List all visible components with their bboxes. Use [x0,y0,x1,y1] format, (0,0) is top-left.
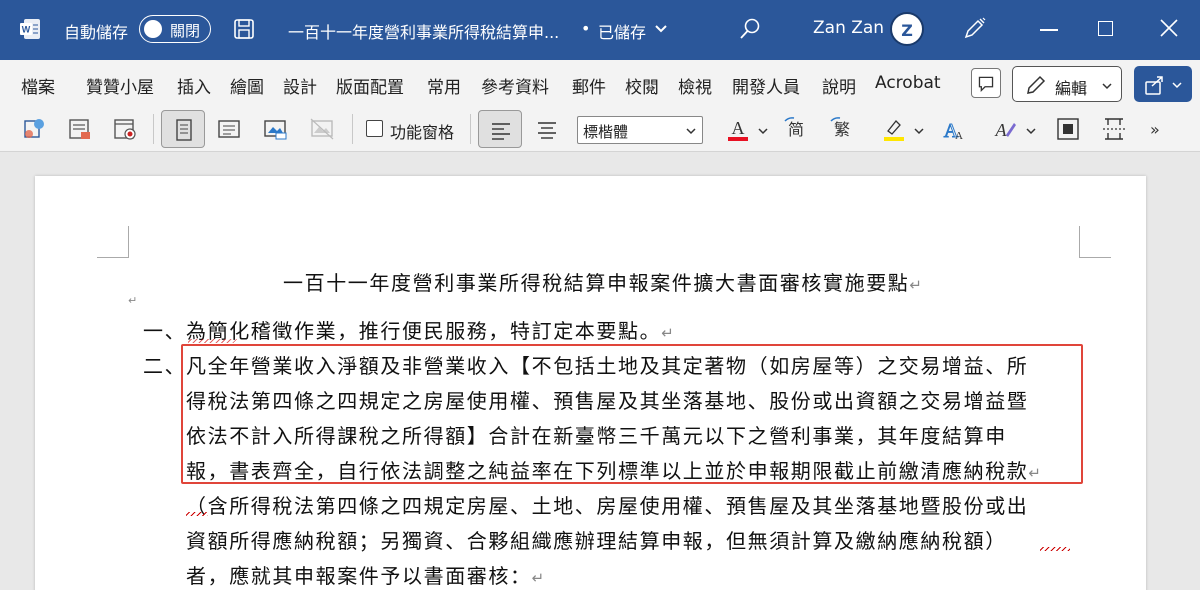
web-layout-icon[interactable] [215,115,243,143]
svg-text:简: 简 [788,120,804,139]
title-separator: • [581,19,591,38]
menu-design[interactable]: 設計 [283,73,317,98]
close-icon[interactable] [1159,18,1179,38]
share-button[interactable] [1134,66,1192,102]
fit-page-icon[interactable] [1054,115,1082,143]
more-options-button[interactable]: » [1150,120,1160,139]
document-title[interactable]: 一百十一年度營利事業所得稅結算申... [288,19,559,43]
editing-mode-button[interactable]: 編輯 [1012,66,1122,102]
focus-mode-icon[interactable] [20,115,48,143]
save-icon[interactable] [233,18,255,40]
svg-text:A: A [732,118,745,138]
text-effects-icon[interactable]: A A [939,115,967,143]
document-heading[interactable]: 一百十一年度營利事業所得稅結算申報案件擴大書面審核實施要點↵ [283,267,924,296]
print-layout-button[interactable] [161,110,205,148]
menu-draw[interactable]: 繪圖 [230,73,264,98]
svg-text:W: W [22,25,31,35]
list-item-number: 一、 [143,319,187,343]
menu-insert[interactable]: 插入 [177,73,211,98]
menu-view[interactable]: 檢視 [678,73,712,98]
menu-developer[interactable]: 開發人員 [732,73,800,98]
navigation-pane-label: 功能窗格 [390,123,455,142]
title-bar: W 自動儲存 關閉 一百十一年度營利事業所得稅結算申... • 已儲存 Zan … [0,0,1200,60]
paragraph-line[interactable]: 者，應就其申報案件予以書面審核：↵ [186,560,546,589]
spelling-error-underline [186,512,208,516]
menu-references[interactable]: 參考資料 [481,73,549,98]
print-layout-icon [176,119,192,141]
align-center-icon[interactable] [533,115,561,143]
chevron-down-icon[interactable] [1026,126,1036,136]
ribbon-separator [352,114,353,144]
chevron-down-icon [1102,83,1112,90]
pencil-icon [1027,75,1046,94]
paragraph-line[interactable]: 資額所得應納稅額；另獨資、合夥組織應辦理結算申報，但無須計算及繳納應納稅額） [186,525,1007,554]
styles-icon[interactable]: A [990,115,1018,143]
crop-mark [97,226,129,258]
list-item-number: 二、 [143,354,187,378]
menu-file[interactable]: 檔案 [21,73,55,98]
minimize-button[interactable] [1040,29,1058,31]
menu-review[interactable]: 校閱 [625,73,659,98]
font-color-icon[interactable]: A [724,115,752,143]
maximize-button[interactable] [1098,21,1113,36]
crop-mark [1079,226,1111,258]
chevron-down-icon [1172,82,1182,89]
list-item-text[interactable]: 為簡化稽徵作業，推行便民服務，特訂定本要點。↵ [186,315,675,344]
ribbon-separator [153,114,154,144]
paragraph-line[interactable]: （含所得稅法第四條之四規定房屋、土地、房屋使用權、預售屋及其坐落基地暨股份或出 [186,490,1028,519]
designer-pen-icon[interactable] [962,17,986,41]
avatar[interactable]: Z [890,12,924,46]
align-left-icon [492,123,510,140]
spelling-error-underline [1040,547,1070,551]
menu-bar: 檔案 贊贊小屋 插入 繪圖 設計 版面配置 常用 參考資料 郵件 校閱 檢視 開… [0,60,1200,106]
menu-home[interactable]: 常用 [427,73,461,98]
menu-custom[interactable]: 贊贊小屋 [86,73,154,98]
menu-mailings[interactable]: 郵件 [572,73,606,98]
autosave-label: 自動儲存 [64,23,129,42]
page-break-icon[interactable] [1100,115,1128,143]
comment-icon [978,76,994,93]
menu-layout[interactable]: 版面配置 [336,73,404,98]
font-name-value: 標楷體 [583,123,629,141]
read-mode-icon[interactable] [66,115,94,143]
highlight-color-icon[interactable] [880,115,908,143]
chevron-down-icon[interactable] [654,22,668,36]
autosave-state: 關閉 [170,22,201,40]
comments-button[interactable] [971,68,1001,98]
save-status[interactable]: 已儲存 [598,19,646,43]
svg-text:A: A [995,120,1008,140]
font-name-select[interactable]: 標楷體 [577,116,703,144]
toggle-knob [144,19,162,38]
chevron-down-icon[interactable] [758,126,768,136]
align-left-button[interactable] [478,110,522,148]
share-icon [1145,76,1163,95]
highlight-annotation-box [181,344,1083,484]
record-icon[interactable] [111,115,139,143]
traditional-to-simplified-icon[interactable]: 简 [782,115,810,143]
menu-help[interactable]: 說明 [822,73,856,98]
word-app-icon[interactable]: W [18,17,42,41]
chevron-down-icon[interactable] [914,126,924,136]
image-disabled-icon[interactable] [308,115,336,143]
editing-mode-label: 編輯 [1055,79,1088,98]
search-icon[interactable] [738,17,762,41]
svg-text:A: A [955,130,963,142]
ribbon-toolbar: 功能窗格 標楷體 A 简 繁 A A A » [0,106,1200,152]
autosave-toggle[interactable]: 關閉 [139,15,211,43]
simplified-to-traditional-icon[interactable]: 繁 [828,115,856,143]
menu-acrobat[interactable]: Acrobat [875,73,941,93]
empty-paragraph-mark: ↵ [128,294,139,307]
svg-text:繁: 繁 [834,120,850,139]
user-name[interactable]: Zan Zan [813,18,884,38]
spelling-error-underline [188,339,238,343]
ribbon-separator [470,114,471,144]
immersive-reader-icon[interactable] [262,115,290,143]
navigation-pane-checkbox[interactable] [366,120,383,137]
chevron-down-icon [686,128,696,135]
